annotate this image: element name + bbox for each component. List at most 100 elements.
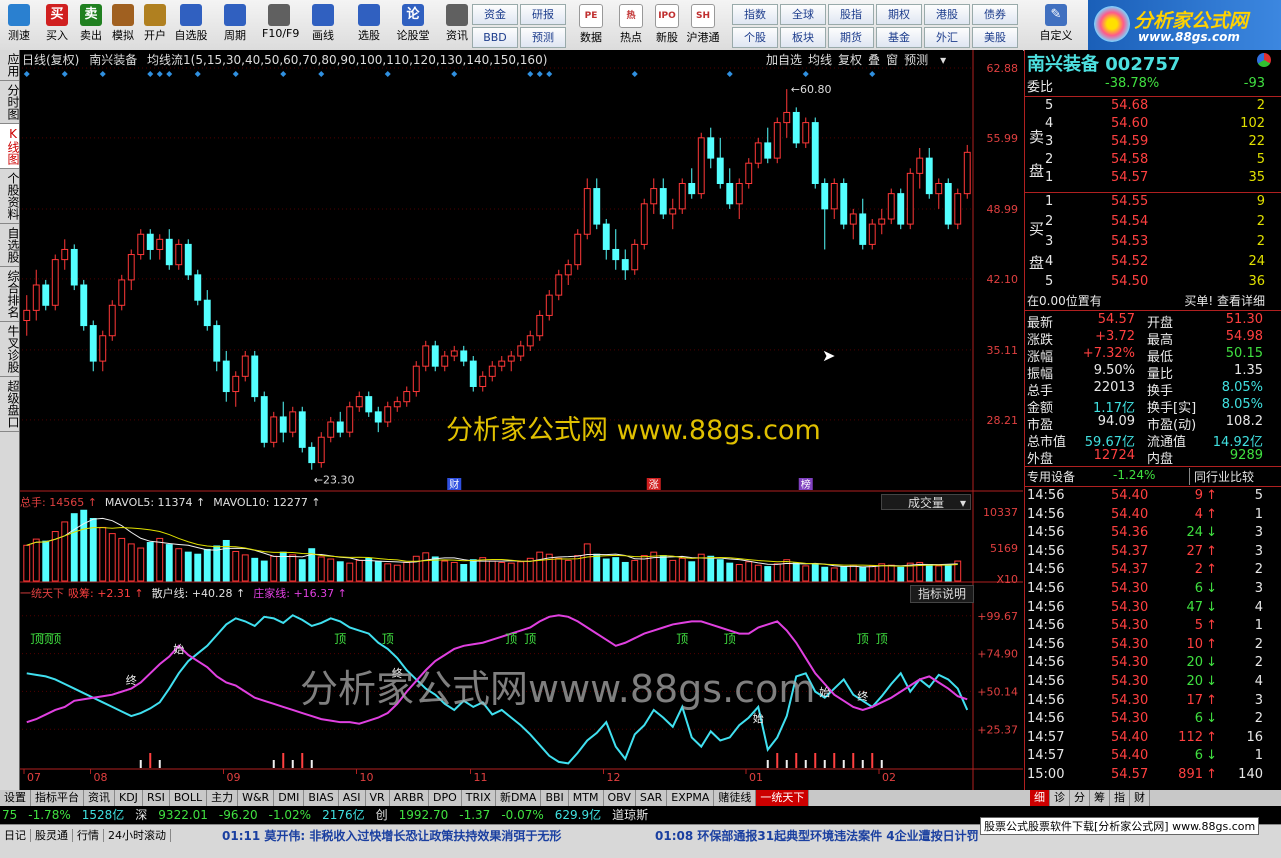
detail-link[interactable]: 买单! 查看详细: [1184, 292, 1265, 309]
toolbar-clock-button[interactable]: 周期: [218, 2, 252, 48]
indicator-tab[interactable]: OBV: [604, 790, 636, 806]
toolbar-market-button[interactable]: 期货: [828, 27, 874, 48]
toolbar-market-button[interactable]: 股指: [828, 4, 874, 25]
toolbar-grid-button[interactable]: BBD: [472, 27, 518, 48]
toolbar-market-button[interactable]: 全球: [780, 4, 826, 25]
indicator-tab[interactable]: 新DMA: [496, 790, 542, 806]
toolbar-grid-button[interactable]: 研报: [520, 4, 566, 25]
indicator-tab[interactable]: DMI: [274, 790, 305, 806]
ask-row[interactable]: 4 54.60 102: [1025, 116, 1265, 135]
toolbar-picker-button[interactable]: 选股: [352, 2, 386, 48]
status-item[interactable]: 股灵通: [31, 829, 73, 842]
indicator-tab[interactable]: 赌徒线: [714, 790, 757, 806]
quote-panel-tab[interactable]: 细: [1030, 790, 1050, 806]
toolbar-grid-button[interactable]: 资金: [472, 4, 518, 25]
toolbar-ipo-button[interactable]: IPO 新股: [648, 2, 686, 48]
toolbar-pen-button[interactable]: 画线: [306, 2, 340, 48]
quote-panel-tab[interactable]: 分: [1070, 790, 1090, 806]
toolbar-market-button[interactable]: 外汇: [924, 27, 970, 48]
toolbar-custom-button[interactable]: ✎ 自定义: [1034, 2, 1078, 48]
toolbar-star-button[interactable]: 自选股: [174, 2, 208, 48]
toolbar-shhk-button[interactable]: SH 沪港通: [684, 2, 722, 48]
indicator-tab[interactable]: 主力: [207, 790, 239, 806]
toolbar-pe-button[interactable]: PE 数据: [572, 2, 610, 48]
period-label[interactable]: 日线(复权): [22, 53, 79, 67]
quote-panel-tab[interactable]: 指: [1110, 790, 1130, 806]
ask-row[interactable]: 5 54.68 2: [1025, 98, 1265, 117]
status-item[interactable]: 日记: [0, 829, 31, 842]
quote-panel-tab[interactable]: 诊: [1050, 790, 1070, 806]
left-tab-0[interactable]: 应用: [0, 50, 20, 81]
volume-dropdown[interactable]: 成交量 ▾: [881, 494, 971, 510]
toolbar-talk-button[interactable]: 论论股堂: [396, 2, 430, 48]
pie-icon[interactable]: [1257, 53, 1271, 67]
bid-row[interactable]: 2 54.54 2: [1025, 214, 1265, 233]
indicator-tab[interactable]: DPO: [429, 790, 462, 806]
chart-header-button[interactable]: 加自选: [766, 53, 802, 67]
indicator-tab[interactable]: BBI: [541, 790, 569, 806]
indicator-tab[interactable]: RSI: [143, 790, 170, 806]
news-ticker-2[interactable]: 01:08 环保部通报31起典型环境违法案件 4企业遭按日计罚: [655, 827, 979, 844]
ask-row[interactable]: 3 54.59 22: [1025, 134, 1265, 153]
indicator-tab[interactable]: TRIX: [462, 790, 496, 806]
toolbar-market-button[interactable]: 期权: [876, 4, 922, 25]
toolbar-sell-button[interactable]: 卖卖出: [74, 2, 108, 48]
toolbar-market-button[interactable]: 美股: [972, 27, 1018, 48]
status-item[interactable]: 24小时滚动: [104, 829, 171, 842]
toolbar-market-button[interactable]: 债券: [972, 4, 1018, 25]
indicator-tab[interactable]: KDJ: [115, 790, 143, 806]
indicator-tab[interactable]: 一统天下: [756, 790, 810, 806]
toolbar-news-button[interactable]: 资讯: [440, 2, 474, 48]
left-tab-2[interactable]: K线图: [0, 124, 20, 169]
bid-row[interactable]: 4 54.52 24: [1025, 254, 1265, 273]
toolbar-grid-button[interactable]: 预测: [520, 27, 566, 48]
industry-compare-button[interactable]: 同行业比较: [1189, 468, 1254, 485]
toolbar-market-button[interactable]: 港股: [924, 4, 970, 25]
ask-row[interactable]: 1 54.57 35: [1025, 170, 1265, 189]
left-tab-7[interactable]: 超级盘口: [0, 377, 20, 432]
left-tab-1[interactable]: 分时图: [0, 81, 20, 124]
indicator-tab[interactable]: ARBR: [390, 790, 430, 806]
indicator-tab[interactable]: EXPMA: [667, 790, 715, 806]
chart-header-button[interactable]: 复权: [838, 53, 862, 67]
indicator-tab[interactable]: W&R: [238, 790, 275, 806]
toolbar-fire-button[interactable]: 热热点: [612, 2, 650, 48]
status-item[interactable]: 行情: [73, 829, 104, 842]
quote-panel-tab[interactable]: 财: [1130, 790, 1150, 806]
chart-header-button[interactable]: 均线: [808, 53, 832, 67]
toolbar-hammer-button[interactable]: 模拟: [106, 2, 140, 48]
ask-row[interactable]: 2 54.58 5: [1025, 152, 1265, 171]
indicator-tab[interactable]: BIAS: [304, 790, 339, 806]
left-tab-4[interactable]: 自选股: [0, 224, 20, 267]
left-tab-3[interactable]: 个股资料: [0, 169, 20, 224]
indicator-tab[interactable]: ASI: [339, 790, 366, 806]
chart-header-button[interactable]: 预测: [904, 53, 928, 67]
indicator-tab[interactable]: BOLL: [170, 790, 208, 806]
chart-header-button[interactable]: 窗: [886, 53, 898, 67]
indicator-tab[interactable]: SAR: [636, 790, 668, 806]
toolbar-market-button[interactable]: 板块: [780, 27, 826, 48]
bid-row[interactable]: 1 54.55 9: [1025, 194, 1265, 213]
chart-header-button[interactable]: 叠: [868, 53, 880, 67]
toolbar-buy-button[interactable]: 买买入: [40, 2, 74, 48]
indicator-tab[interactable]: 资讯: [84, 790, 115, 806]
left-tab-5[interactable]: 综合排名: [0, 267, 20, 322]
toolbar-market-button[interactable]: 个股: [732, 27, 778, 48]
indicator-tab[interactable]: VR: [366, 790, 390, 806]
bid-row[interactable]: 5 54.50 36: [1025, 274, 1265, 293]
chart-area[interactable]: 62.88 55.99 48.99 42.10 35.11 28.21 ←60.80 ←23.…: [20, 50, 1023, 790]
bid-row[interactable]: 3 54.53 2: [1025, 234, 1265, 253]
toolbar-lock-button[interactable]: 开户: [138, 2, 172, 48]
indicator-tab[interactable]: MTM: [569, 790, 604, 806]
indicator-tab[interactable]: 设置: [0, 790, 31, 806]
left-tab-6[interactable]: 牛叉诊股: [0, 322, 20, 377]
toolbar-doc-button[interactable]: F10/F9: [262, 2, 299, 48]
toolbar-globe-button[interactable]: 测速: [2, 2, 36, 48]
indicator-help-button[interactable]: 指标说明: [910, 585, 974, 603]
toolbar-market-button[interactable]: 指数: [732, 4, 778, 25]
toolbar-market-button[interactable]: 基金: [876, 27, 922, 48]
chevron-down-icon[interactable]: ▾: [940, 53, 946, 67]
quote-panel-tab[interactable]: 筹: [1090, 790, 1110, 806]
indicator-tab[interactable]: 指标平台: [31, 790, 84, 806]
news-ticker-1[interactable]: 01:11 莫开伟: 非税收入过快增长恐让政策扶持效果消弭于无形: [222, 827, 561, 844]
